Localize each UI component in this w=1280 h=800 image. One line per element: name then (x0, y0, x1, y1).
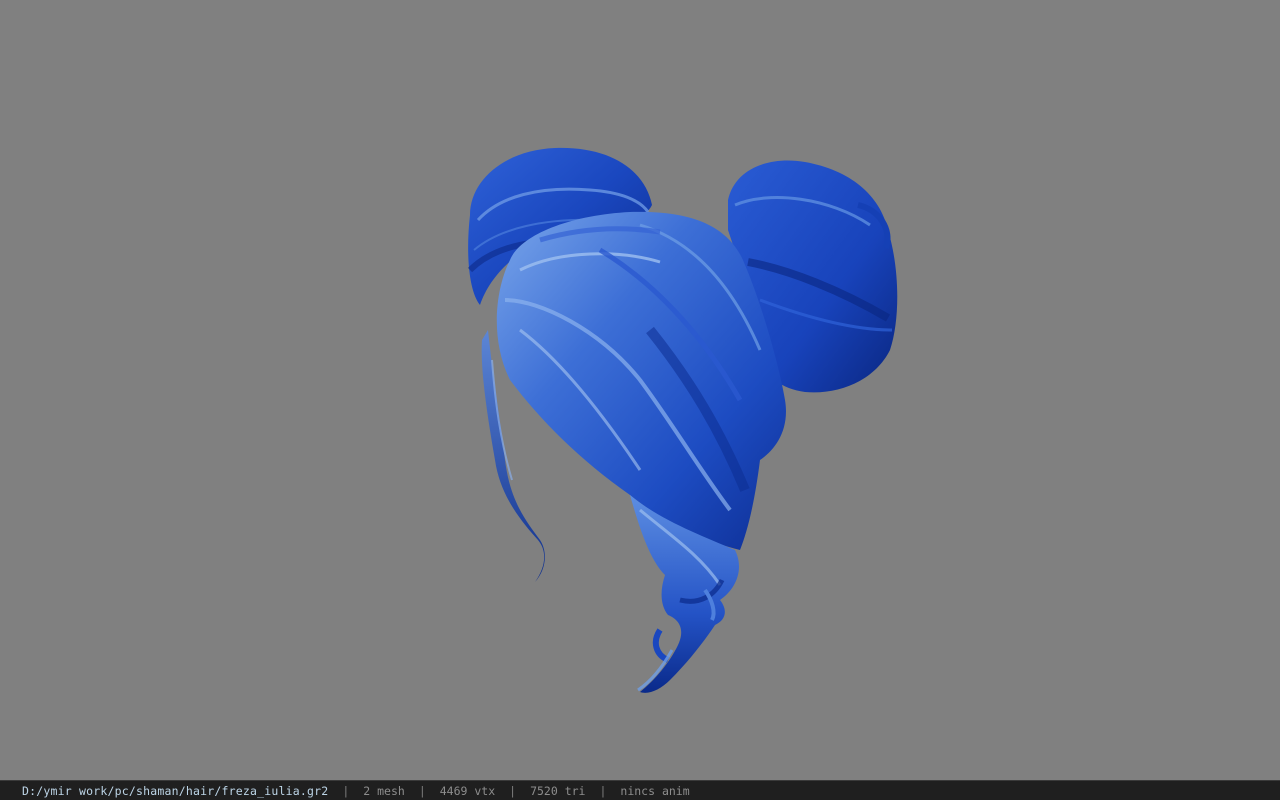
vertex-count-text: 4469 vtx (439, 783, 496, 798)
3d-viewport[interactable] (0, 0, 1280, 780)
status-separator: | (342, 783, 350, 798)
status-separator: | (509, 783, 517, 798)
status-separator: | (599, 783, 607, 798)
animation-status-text: nincs anim (620, 783, 690, 798)
hair-model-render[interactable] (0, 0, 1280, 780)
main-hair-mass (496, 211, 786, 550)
model-viewer-window: D:/ymir work/pc/shaman/hair/freza_iulia.… (0, 0, 1280, 800)
mesh-count-text: 2 mesh (363, 783, 405, 798)
triangle-count-text: 7520 tri (530, 783, 586, 798)
status-bar: D:/ymir work/pc/shaman/hair/freza_iulia.… (0, 780, 1280, 800)
status-separator: | (418, 783, 426, 798)
file-path-text: D:/ymir work/pc/shaman/hair/freza_iulia.… (22, 783, 329, 798)
